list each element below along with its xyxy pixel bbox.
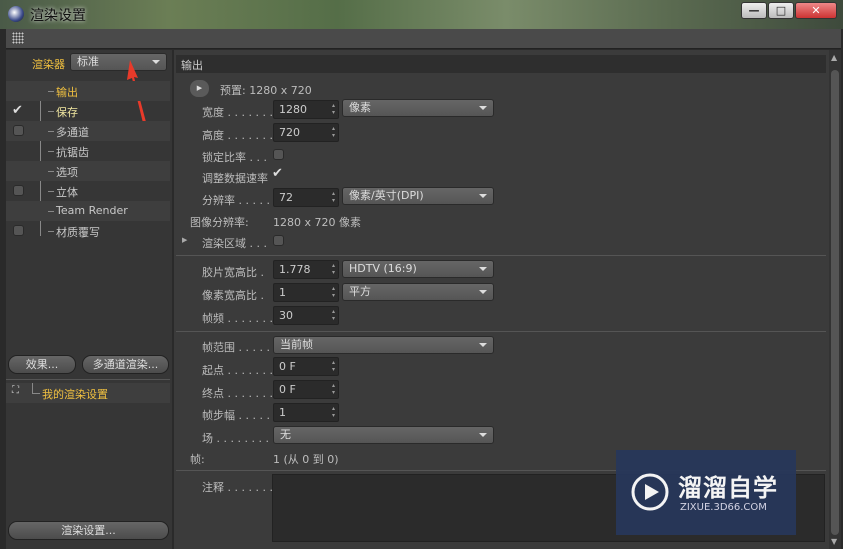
maximize-button[interactable]: □ [768, 2, 794, 19]
watermark: 溜溜自学 ZIXUE.3D66.COM [616, 450, 796, 535]
film-aspect-dropdown[interactable]: HDTV (16:9) [342, 260, 494, 278]
divider [176, 255, 826, 256]
tree-item-output[interactable]: 输出 [6, 81, 170, 101]
from-input[interactable]: 0 F [273, 357, 339, 376]
tree-item-multipass[interactable]: 多通道 [6, 121, 170, 141]
width-label: 宽度 . . . . . . . [202, 106, 273, 119]
to-label: 终点 . . . . . . . [202, 387, 273, 400]
frames-value: 1 (从 0 到 0) [273, 453, 339, 466]
app-icon [8, 6, 24, 22]
render-setting-item[interactable]: ⛶ 我的渲染设置 [6, 383, 170, 403]
frames-label: 帧: [190, 453, 205, 466]
fps-label: 帧频 . . . . . . . [202, 312, 273, 325]
adjust-rate-label: 调整数据速率 [202, 172, 268, 185]
expand-icon[interactable]: ⛶ [12, 385, 19, 396]
pixel-aspect-input[interactable]: 1 [273, 283, 339, 302]
checkbox[interactable] [13, 225, 24, 236]
width-input[interactable]: 1280 [273, 100, 339, 119]
image-resolution-value: 1280 x 720 像素 [273, 216, 361, 229]
tree-item-options[interactable]: 选项 [6, 161, 170, 181]
watermark-url: ZIXUE.3D66.COM [680, 502, 767, 513]
frame-range-dropdown[interactable]: 当前帧 [273, 336, 494, 354]
section-header: 输出 [176, 55, 826, 73]
film-aspect-label: 胶片宽高比 . [202, 266, 264, 279]
pixel-aspect-label: 像素宽高比 . [202, 289, 264, 302]
resolution-unit-dropdown[interactable]: 像素/英寸(DPI) [342, 187, 494, 205]
window-title: 渲染设置 [30, 8, 86, 24]
resolution-label: 分辨率 . . . . . [202, 194, 270, 207]
title-bar: 渲染设置 — □ ✕ [0, 0, 843, 29]
height-input[interactable]: 720 [273, 123, 339, 142]
watermark-name: 溜溜自学 [678, 474, 778, 502]
grip-icon[interactable] [12, 32, 24, 44]
fps-input[interactable]: 30 [273, 306, 339, 325]
height-label: 高度 . . . . . . . [202, 129, 273, 142]
toolbar [6, 29, 841, 49]
checkbox[interactable] [13, 125, 24, 136]
field-dropdown[interactable]: 无 [273, 426, 494, 444]
frame-step-label: 帧步幅 . . . . . [202, 409, 270, 422]
renderer-label: 渲染器 [32, 58, 65, 71]
divider [176, 331, 826, 332]
watermark-logo-icon [631, 473, 669, 511]
effects-button[interactable]: 效果... [8, 355, 76, 374]
close-button[interactable]: ✕ [795, 2, 837, 19]
minimize-button[interactable]: — [741, 2, 767, 19]
multipass-render-button[interactable]: 多通道渲染... [82, 355, 169, 374]
render-region-checkbox[interactable] [273, 235, 284, 246]
lock-ratio-checkbox[interactable] [273, 149, 284, 160]
preset-label: 预置: 1280 x 720 [220, 84, 312, 97]
notes-label: 注释 . . . . . . . [202, 481, 273, 494]
tree-item-save[interactable]: ✔ 保存 [6, 101, 170, 121]
to-input[interactable]: 0 F [273, 380, 339, 399]
film-aspect-input[interactable]: 1.778 [273, 260, 339, 279]
tree-item-stereo[interactable]: 立体 [6, 181, 170, 201]
tree-item-antialiasing[interactable]: 抗锯齿 [6, 141, 170, 161]
preset-play-icon[interactable]: ▶ [190, 80, 209, 97]
tree-item-material-override[interactable]: 材质覆写 [6, 221, 170, 241]
field-label: 场 . . . . . . . . . [202, 432, 276, 445]
render-settings-button[interactable]: 渲染设置... [8, 521, 169, 540]
image-resolution-label: 图像分辨率: [190, 216, 249, 229]
checkbox[interactable] [13, 185, 24, 196]
tree-item-team-render[interactable]: Team Render [6, 201, 170, 221]
check-icon[interactable]: ✔ [12, 103, 23, 118]
lock-ratio-label: 锁定比率 . . . [202, 151, 267, 164]
adjust-rate-checkbox[interactable]: ✔ [272, 166, 283, 181]
scroll-up-icon[interactable]: ▲ [831, 53, 837, 62]
frame-range-label: 帧范围 . . . . . [202, 341, 270, 354]
scrollbar-thumb[interactable] [831, 70, 839, 535]
render-region-label: 渲染区域 . . . [202, 237, 267, 250]
frame-step-input[interactable]: 1 [273, 403, 339, 422]
expand-arrow-icon[interactable]: ▶ [182, 236, 187, 244]
width-unit-dropdown[interactable]: 像素 [342, 99, 494, 117]
pixel-aspect-dropdown[interactable]: 平方 [342, 283, 494, 301]
resolution-input[interactable]: 72 [273, 188, 339, 207]
scroll-down-icon[interactable]: ▼ [831, 537, 837, 546]
from-label: 起点 . . . . . . . [202, 364, 273, 377]
